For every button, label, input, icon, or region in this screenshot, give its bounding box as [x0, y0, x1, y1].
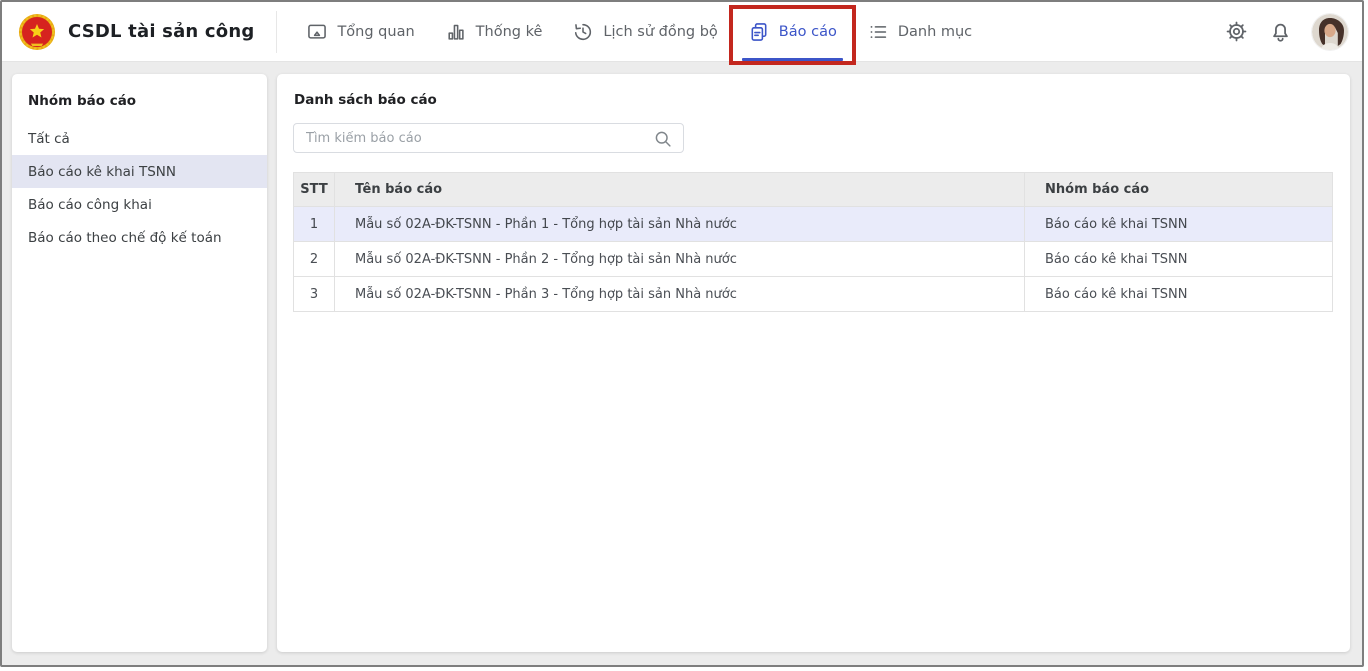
reports-icon: [751, 22, 767, 41]
panel-title: Danh sách báo cáo: [294, 92, 437, 108]
report-group-sidebar: Nhóm báo cáo Tất cả Báo cáo kê khai TSNN…: [12, 74, 267, 652]
table-header-row: STT Tên báo cáo Nhóm báo cáo: [293, 172, 1333, 207]
report-list-panel: Danh sách báo cáo STT Tên báo cáo Nhóm b…: [277, 74, 1350, 652]
tab-label: Danh mục: [897, 23, 973, 40]
brand: CSDL tài sản công: [18, 13, 254, 51]
cell-stt: 2: [293, 241, 335, 277]
sidebar-item-label: Tất cả: [28, 130, 70, 147]
avatar-photo: [1312, 13, 1348, 50]
user-avatar[interactable]: [1312, 13, 1348, 50]
cell-stt: 3: [293, 276, 335, 312]
app-title: CSDL tài sản công: [68, 21, 255, 42]
table-row[interactable]: 2 Mẫu số 02A-ĐK-TSNN - Phần 2 - Tổng hợp…: [293, 241, 1333, 277]
tab-bao-cao[interactable]: Báo cáo: [728, 2, 856, 65]
table-row[interactable]: 3 Mẫu số 02A-ĐK-TSNN - Phần 3 - Tổng hợp…: [293, 276, 1333, 312]
sidebar-item-label: Báo cáo theo chế độ kế toán: [28, 229, 222, 246]
sidebar-item-label: Báo cáo kê khai TSNN: [28, 163, 176, 180]
sidebar-item-bao-cao-che-do-ke-toan[interactable]: Báo cáo theo chế độ kế toán: [12, 221, 267, 254]
header-actions: [1224, 13, 1348, 50]
report-search-box: [293, 123, 684, 153]
tab-label: Thống kê: [475, 23, 543, 40]
sidebar-item-tat-ca[interactable]: Tất cả: [12, 122, 267, 155]
column-header-nhom-bao-cao: Nhóm báo cáo: [1024, 172, 1333, 207]
table-row[interactable]: 1 Mẫu số 02A-ĐK-TSNN - Phần 1 - Tổng hợp…: [293, 206, 1333, 242]
cell-report-group: Báo cáo kê khai TSNN: [1024, 206, 1333, 242]
tab-label: Lịch sử đồng bộ: [603, 23, 718, 40]
cell-report-name: Mẫu số 02A-ĐK-TSNN - Phần 3 - Tổng hợp t…: [334, 276, 1025, 312]
cell-report-group: Báo cáo kê khai TSNN: [1024, 276, 1333, 312]
top-bar: CSDL tài sản công Tổng quan Thống kê Lịc…: [2, 2, 1362, 65]
report-table: STT Tên báo cáo Nhóm báo cáo 1 Mẫu số 02…: [293, 172, 1333, 312]
column-header-ten-bao-cao: Tên báo cáo: [334, 172, 1025, 207]
tab-danh-muc[interactable]: Danh mục: [852, 2, 987, 62]
vietnam-emblem-logo: [18, 13, 56, 50]
settings-button[interactable]: [1224, 19, 1249, 44]
tab-tong-quan[interactable]: Tổng quan: [291, 2, 429, 62]
search-input[interactable]: [294, 124, 683, 152]
cell-report-name: Mẫu số 02A-ĐK-TSNN - Phần 2 - Tổng hợp t…: [334, 241, 1025, 277]
cell-report-name: Mẫu số 02A-ĐK-TSNN - Phần 1 - Tổng hợp t…: [334, 206, 1025, 242]
tab-label: Báo cáo: [778, 23, 837, 40]
cell-stt: 1: [293, 206, 335, 242]
sidebar-item-bao-cao-ke-khai-tsnn[interactable]: Báo cáo kê khai TSNN: [12, 155, 267, 188]
cell-report-group: Báo cáo kê khai TSNN: [1024, 241, 1333, 277]
tab-thong-ke[interactable]: Thống kê: [430, 2, 558, 62]
bell-icon: [1273, 23, 1288, 42]
sidebar-item-bao-cao-cong-khai[interactable]: Báo cáo công khai: [12, 188, 267, 221]
sync-history-icon: [575, 23, 592, 40]
gear-icon: [1226, 21, 1247, 42]
active-tab-underline: [741, 57, 843, 61]
sidebar-item-label: Báo cáo công khai: [28, 196, 152, 213]
tab-lich-su-dong-bo[interactable]: Lịch sử đồng bộ: [557, 2, 732, 62]
notifications-button[interactable]: [1268, 19, 1293, 44]
main-nav: Tổng quan Thống kê Lịch sử đồng bộ Báo c…: [291, 2, 987, 65]
sidebar-title: Nhóm báo cáo: [28, 93, 137, 109]
column-header-stt: STT: [293, 172, 335, 207]
statistics-icon: [448, 24, 464, 40]
catalog-icon: [870, 25, 887, 38]
header-divider: [276, 10, 278, 53]
search-button[interactable]: [652, 128, 674, 154]
tab-label: Tổng quan: [337, 23, 415, 40]
app-window: CSDL tài sản công Tổng quan Thống kê Lịc…: [0, 0, 1364, 667]
search-icon: [655, 131, 671, 147]
overview-icon: [308, 24, 327, 39]
